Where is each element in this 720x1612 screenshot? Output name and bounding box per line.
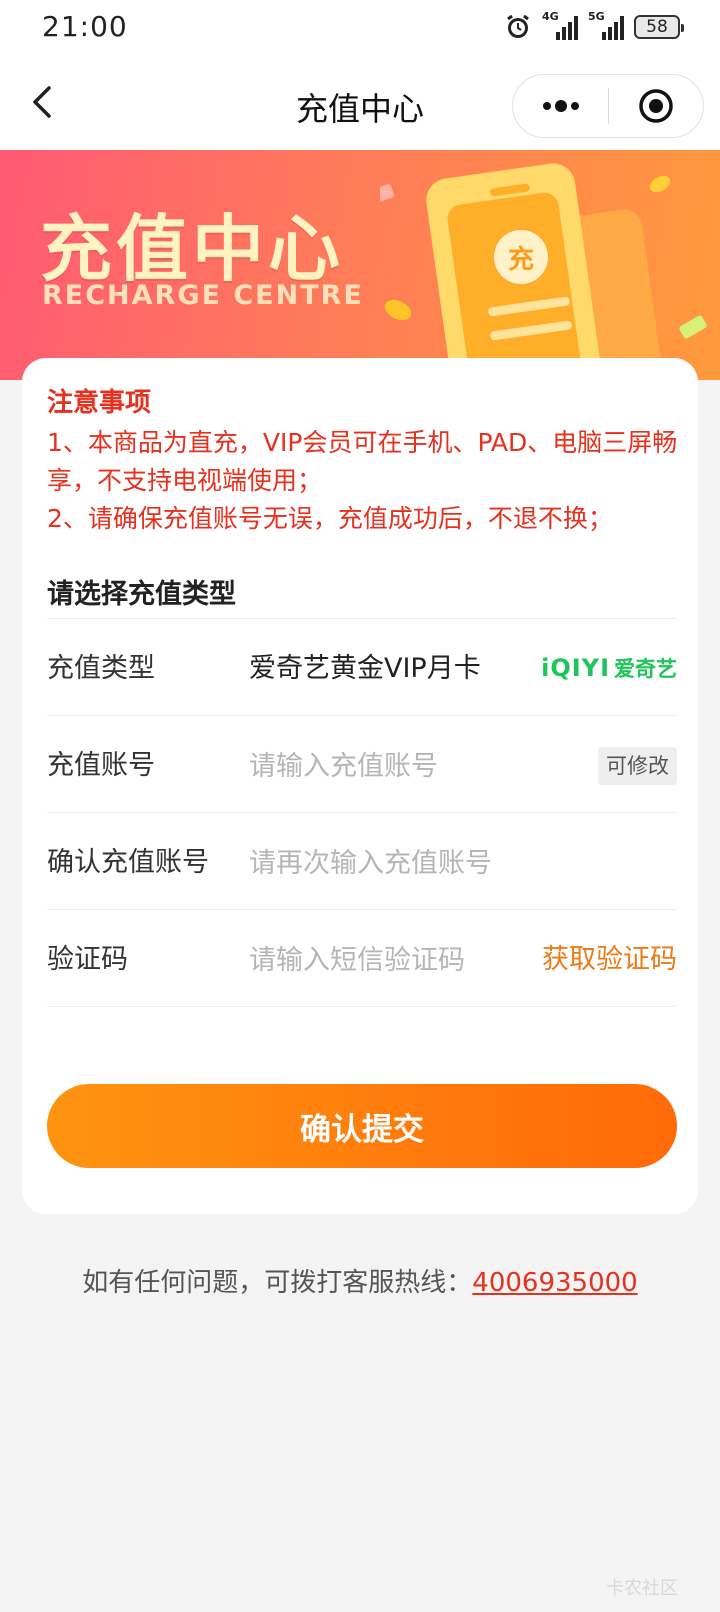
notice-line-1: 1、本商品为直充，VIP会员可在手机、PAD、电脑三屏畅享，不支持电视端使用；	[47, 428, 678, 495]
customer-service-line: 如有任何问题，可拨打客服热线：4006935000	[0, 1262, 720, 1299]
battery-icon: 58	[634, 15, 684, 39]
account-row: 充值账号 可修改	[47, 715, 677, 815]
signal-4g-icon: 4G	[542, 10, 578, 40]
banner-badge-char: 充	[508, 244, 534, 275]
notice-text: 1、本商品为直充，VIP会员可在手机、PAD、电脑三屏畅享，不支持电视端使用； …	[47, 424, 687, 538]
notice-title: 注意事项	[47, 388, 152, 418]
nav-bar: 充值中心	[0, 56, 720, 150]
mini-program-capsule	[512, 74, 704, 138]
network-type-4g: 4G	[542, 10, 559, 23]
recharge-banner: 充值中心 RECHARGE CENTRE 充	[0, 150, 720, 380]
account-input[interactable]	[249, 746, 569, 786]
editable-tag: 可修改	[598, 747, 677, 785]
recharge-form-card: 注意事项 1、本商品为直充，VIP会员可在手机、PAD、电脑三屏畅享，不支持电视…	[22, 358, 698, 1214]
status-time: 21:00	[42, 10, 128, 43]
more-button[interactable]	[513, 75, 608, 137]
more-dots-icon	[542, 100, 579, 112]
iqiyi-logo: iQIYI 爱奇艺	[541, 653, 677, 683]
status-icons: 4G 5G 58	[504, 10, 684, 42]
iqiyi-logo-zh: 爱奇艺	[614, 657, 677, 681]
phone-illustration-icon: 充	[380, 163, 707, 380]
verification-code-label: 验证码	[47, 944, 128, 975]
service-phone-link[interactable]: 4006935000	[472, 1268, 637, 1298]
verification-code-row: 验证码 获取验证码	[47, 909, 677, 1007]
confirm-account-label: 确认充值账号	[47, 847, 209, 878]
notice-line-2: 2、请确保充值账号无误，充值成功后，不退不换；	[47, 504, 613, 533]
submit-button[interactable]: 确认提交	[47, 1084, 677, 1168]
banner-subtitle: RECHARGE CENTRE	[42, 280, 364, 311]
close-button[interactable]	[609, 75, 703, 137]
confirm-account-row: 确认充值账号	[47, 812, 677, 912]
target-close-icon	[639, 89, 673, 123]
confirm-account-input[interactable]	[249, 843, 569, 883]
get-code-button[interactable]: 获取验证码	[542, 910, 677, 1010]
verification-code-input[interactable]	[249, 940, 509, 980]
iqiyi-logo-en: iQIYI	[541, 654, 610, 682]
recharge-type-value: 爱奇艺黄金VIP月卡	[249, 653, 481, 684]
status-bar: 21:00 4G 5G 58	[0, 0, 720, 56]
signal-5g-icon: 5G	[588, 10, 624, 40]
network-type-5g: 5G	[588, 10, 605, 23]
account-label: 充值账号	[47, 750, 155, 781]
recharge-type-row[interactable]: 充值类型 爱奇艺黄金VIP月卡 iQIYI 爱奇艺	[47, 618, 677, 718]
watermark: 卡农社区	[606, 1578, 678, 1599]
alarm-icon	[507, 14, 529, 38]
service-text: 如有任何问题，可拨打客服热线：	[82, 1268, 473, 1298]
recharge-type-label: 充值类型	[47, 653, 155, 684]
section-title: 请选择充值类型	[47, 579, 236, 610]
